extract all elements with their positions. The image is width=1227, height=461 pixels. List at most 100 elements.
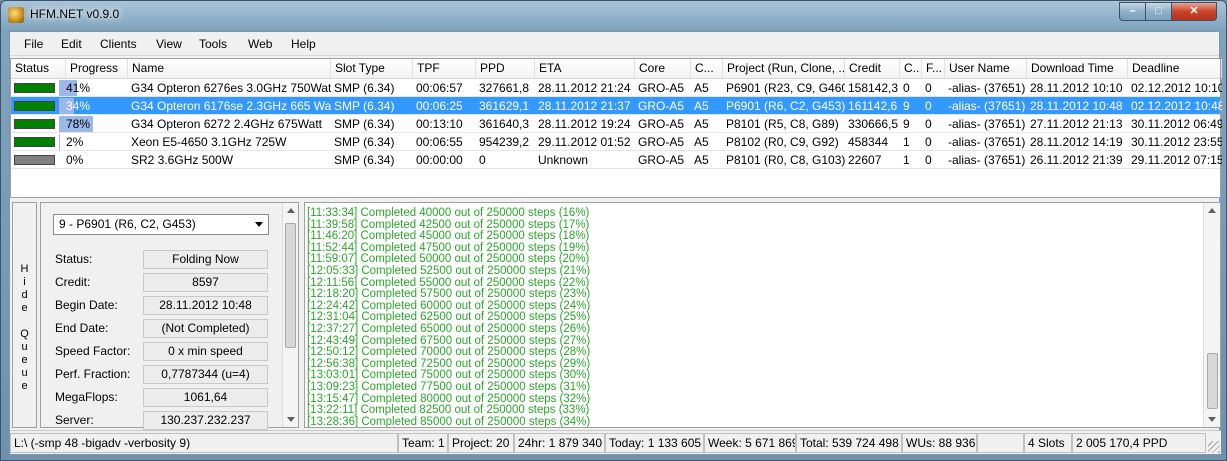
column-header-core-version[interactable]: C...: [691, 59, 723, 78]
log-scrollbar[interactable]: [1203, 203, 1220, 427]
cell-eta: 29.11.2012 01:52: [538, 135, 631, 149]
resize-grip-icon[interactable]: [1208, 441, 1220, 453]
cell-core-version: A5: [694, 153, 709, 167]
cell-slot-type: SMP (6.34): [334, 117, 395, 131]
cell-project: P8101 (R0, C8, G103): [726, 153, 845, 167]
hide-queue-button[interactable]: HideQueue: [12, 202, 37, 428]
progress-text: 41%: [66, 81, 91, 95]
app-window: HFM.NET v0.9.0 – □ ✕ File Edit Clients V…: [0, 0, 1227, 461]
column-header-eta[interactable]: ETA: [535, 59, 635, 78]
status-today: Today: 1 133 605: [605, 433, 704, 453]
cell-deadline: 02.12.2012 10:48: [1131, 99, 1222, 113]
close-button[interactable]: ✕: [1171, 2, 1217, 21]
cell-deadline: 30.11.2012 23:55: [1131, 135, 1222, 149]
progress-cell: 2%: [59, 134, 103, 150]
cell-ppd: 361629,1: [479, 99, 530, 113]
queue-scrollbar[interactable]: [282, 203, 298, 427]
cell-user-name: -alias- (37651): [948, 81, 1026, 95]
scroll-down-icon[interactable]: [287, 417, 295, 422]
status-indicator: [14, 83, 55, 93]
menu-clients[interactable]: Clients: [100, 37, 137, 51]
hide-queue-letter: e: [21, 354, 28, 366]
queue-field-value: 130.237.232.237: [143, 411, 268, 430]
cell-user-name: -alias- (37651): [948, 99, 1026, 113]
queue-field-value: Folding Now: [143, 250, 268, 269]
table-row[interactable]: 34% G34 Opteron 6176se 2.3GHz 665 Watt SMP…: [11, 97, 1222, 115]
table-row[interactable]: 41% G34 Opteron 6276es 3.0GHz 750Watt SMP …: [11, 79, 1222, 97]
cell-tpf: 00:06:55: [416, 135, 463, 149]
column-header-download-time[interactable]: Download Time: [1027, 59, 1128, 78]
cell-tpf: 00:06:57: [416, 81, 463, 95]
column-header-deadline[interactable]: Deadline: [1128, 59, 1222, 78]
log-scroll-thumb[interactable]: [1207, 353, 1218, 409]
hide-queue-letter: e: [21, 380, 28, 392]
status-team: Team: 1: [398, 433, 448, 453]
column-header-name[interactable]: Name: [128, 59, 331, 78]
status-week: Week: 5 671 869: [704, 433, 796, 453]
menu-file[interactable]: File: [24, 37, 43, 51]
column-header-core[interactable]: Core: [635, 59, 691, 78]
cell-failed: 0: [925, 81, 932, 95]
column-header-slot-type[interactable]: Slot Type: [331, 59, 413, 78]
table-row[interactable]: 78% G34 Opteron 6272 2.4GHz 675Watt SMP (6…: [11, 115, 1222, 133]
slot-selector[interactable]: 9 - P6901 (R6, C2, G453): [53, 214, 269, 235]
maximize-button[interactable]: □: [1145, 2, 1172, 21]
status-path: L:\ (-smp 48 -bigadv -verbosity 9): [10, 433, 398, 453]
cell-credit: 22607: [848, 153, 882, 167]
cell-deadline: 29.11.2012 07:15: [1131, 153, 1222, 167]
column-header-credit[interactable]: Credit: [845, 59, 900, 78]
cell-ppd: 0: [479, 153, 486, 167]
hide-queue-letter: u: [21, 367, 28, 379]
status-slots: 4 Slots: [1024, 433, 1072, 453]
column-header-tpf[interactable]: TPF: [413, 59, 476, 78]
cell-download-time: 28.11.2012 10:10: [1030, 81, 1123, 95]
table-row[interactable]: 2% Xeon E5-4650 3.1GHz 725W SMP (6.34) 00:0…: [11, 133, 1222, 151]
menu-view[interactable]: View: [156, 37, 182, 51]
menu-help[interactable]: Help: [291, 37, 316, 51]
cell-ppd: 361640,3: [479, 117, 530, 131]
table-row[interactable]: 0% SR2 3.6GHz 500W SMP (6.34) 00:00:00 0 Unkn…: [11, 151, 1222, 169]
cell-user-name: -alias- (37651): [948, 135, 1026, 149]
queue-field-label: Status:: [55, 252, 93, 266]
minimize-button[interactable]: –: [1119, 2, 1146, 21]
cell-deadline: 02.12.2012 10:10: [1131, 81, 1222, 95]
cell-core: GRO-A5: [638, 135, 685, 149]
queue-field-label: Perf. Fraction:: [55, 367, 131, 381]
progress-cell: 34%: [59, 98, 103, 114]
menu-edit[interactable]: Edit: [61, 37, 82, 51]
cell-slot-type: SMP (6.34): [334, 153, 395, 167]
scroll-up-icon[interactable]: [287, 208, 295, 213]
column-header-ppd[interactable]: PPD: [476, 59, 535, 78]
cell-eta: 28.11.2012 19:24: [538, 117, 631, 131]
cell-core: GRO-A5: [638, 81, 685, 95]
column-header-completed[interactable]: C..: [900, 59, 922, 78]
scroll-up-icon[interactable]: [1208, 208, 1216, 213]
menu-tools[interactable]: Tools: [199, 37, 227, 51]
cell-credit: 330666,5: [848, 117, 899, 131]
cell-core: GRO-A5: [638, 153, 685, 167]
menu-web[interactable]: Web: [248, 37, 272, 51]
queue-field-label: End Date:: [55, 321, 109, 335]
status-wus: WUs: 88 936: [902, 433, 977, 453]
progress-text: 34%: [66, 99, 91, 113]
cell-core: GRO-A5: [638, 99, 685, 113]
column-header-status[interactable]: Status: [11, 59, 66, 78]
cell-completed: 0: [903, 81, 910, 95]
hide-queue-letter: d: [21, 289, 28, 301]
column-header-failed[interactable]: F...: [922, 59, 945, 78]
cell-slot-type: SMP (6.34): [334, 99, 395, 113]
queue-panel: 9 - P6901 (R6, C2, G453) Status: Folding …: [40, 202, 299, 453]
status-ppd: 2 005 170,4 PPD: [1072, 433, 1206, 453]
column-header-progress[interactable]: Progress: [66, 59, 128, 78]
scroll-down-icon[interactable]: [1208, 417, 1216, 422]
queue-field-label: Begin Date:: [55, 298, 118, 312]
title-bar[interactable]: HFM.NET v0.9.0 – □ ✕: [1, 1, 1226, 31]
queue-scroll-thumb[interactable]: [285, 223, 296, 348]
cell-download-time: 26.11.2012 21:39: [1030, 153, 1123, 167]
slot-selector-value: 9 - P6901 (R6, C2, G453): [59, 217, 196, 231]
log-panel[interactable]: [11:33:34] Completed 40000 out of 250000…: [304, 202, 1221, 428]
queue-field-label: Credit:: [55, 275, 91, 289]
column-header-user-name[interactable]: User Name: [945, 59, 1027, 78]
column-header-project[interactable]: Project (Run, Clone, ...: [723, 59, 845, 78]
hide-queue-letter: i: [23, 276, 26, 288]
